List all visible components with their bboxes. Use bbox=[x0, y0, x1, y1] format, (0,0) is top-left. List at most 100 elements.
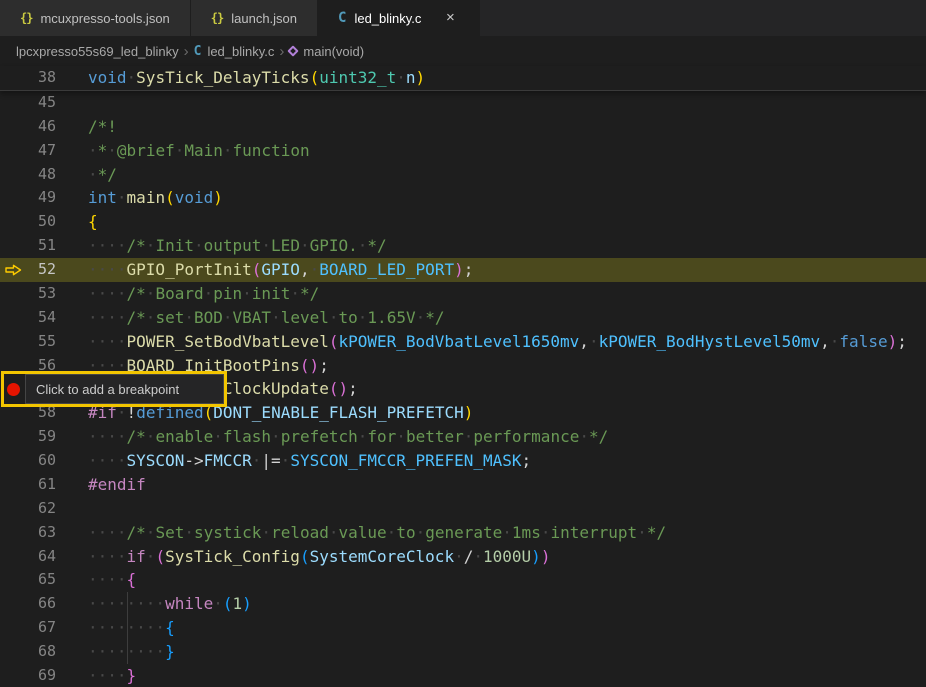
gutter[interactable]: 59 bbox=[0, 425, 88, 449]
gutter[interactable]: 50 bbox=[0, 210, 88, 234]
gutter[interactable]: 46 bbox=[0, 115, 88, 139]
breakpoint-dot-icon[interactable] bbox=[7, 383, 20, 396]
code-line-49[interactable]: 49int·main(void) bbox=[0, 186, 926, 210]
gutter[interactable]: 61 bbox=[0, 473, 88, 497]
code-text[interactable]: ····/*·Board·pin·init·*/ bbox=[88, 282, 926, 306]
code-line-68[interactable]: 68········} bbox=[0, 640, 926, 664]
code-text[interactable]: ····/*·Set·systick·reload·value·to·gener… bbox=[88, 521, 926, 545]
code-text[interactable]: ····POWER_SetBodVbatLevel(kPOWER_BodVbat… bbox=[88, 330, 926, 354]
code-text[interactable] bbox=[88, 497, 926, 521]
code-line-67[interactable]: 67········{ bbox=[0, 616, 926, 640]
token: /* bbox=[127, 523, 146, 542]
code-text[interactable]: ····GPIO_PortInit(GPIO,·BOARD_LED_PORT); bbox=[88, 258, 926, 282]
code-line-61[interactable]: 61#endif bbox=[0, 473, 926, 497]
token: } bbox=[165, 642, 175, 661]
gutter[interactable]: 47 bbox=[0, 139, 88, 163]
gutter[interactable]: 64 bbox=[0, 545, 88, 569]
gutter[interactable]: 67 bbox=[0, 616, 88, 640]
gutter[interactable]: 54 bbox=[0, 306, 88, 330]
code-text[interactable]: /*! bbox=[88, 115, 926, 139]
tab-mcuxpresso-tools-json[interactable]: {}mcuxpresso-tools.json bbox=[0, 0, 191, 36]
method-symbol-icon bbox=[288, 45, 299, 56]
whitespace-dots: ···· bbox=[88, 284, 127, 303]
code-text[interactable]: ····/*·Init·output·LED·GPIO.·*/ bbox=[88, 234, 926, 258]
breadcrumb-item[interactable]: main(void) bbox=[289, 44, 364, 59]
gutter[interactable]: 51 bbox=[0, 234, 88, 258]
breadcrumb-item[interactable]: lpcxpresso55s69_led_blinky bbox=[16, 44, 179, 59]
code-line-59[interactable]: 59····/*·enable·flash·prefetch·for·bette… bbox=[0, 425, 926, 449]
token: false bbox=[839, 332, 887, 351]
token: Main bbox=[184, 141, 223, 160]
code-text[interactable]: ·*·@brief·Main·function bbox=[88, 139, 926, 163]
token: */ bbox=[300, 284, 319, 303]
whitespace-dots: ···· bbox=[88, 451, 127, 470]
code-line-45[interactable]: 45 bbox=[0, 91, 926, 115]
code-line-64[interactable]: 64····if·(SysTick_Config(SystemCoreClock… bbox=[0, 545, 926, 569]
code-text[interactable]: ········} bbox=[88, 640, 926, 664]
line-number: 62 bbox=[0, 497, 56, 521]
code-text[interactable] bbox=[88, 91, 926, 115]
code-text[interactable]: void·SysTick_DelayTicks(uint32_t·n) bbox=[88, 66, 926, 90]
gutter[interactable]: 62 bbox=[0, 497, 88, 521]
code-text[interactable]: ····/*·set·BOD·VBAT·level·to·1.65V·*/ bbox=[88, 306, 926, 330]
code-line-62[interactable]: 62 bbox=[0, 497, 926, 521]
code-line-46[interactable]: 46/*! bbox=[0, 115, 926, 139]
c-file-icon: C bbox=[194, 44, 202, 59]
whitespace-dots: · bbox=[184, 523, 194, 542]
token: value bbox=[339, 523, 387, 542]
gutter[interactable]: 49 bbox=[0, 186, 88, 210]
token: SysTick_DelayTicks bbox=[136, 68, 309, 87]
code-text[interactable]: ····} bbox=[88, 664, 926, 687]
code-text[interactable]: ····/*·enable·flash·prefetch·for·better·… bbox=[88, 425, 926, 449]
token: */ bbox=[367, 236, 386, 255]
code-text[interactable]: ········while·(1) bbox=[88, 592, 926, 616]
tab-led-blinky-c[interactable]: Cled_blinky.c× bbox=[318, 0, 480, 36]
code-line-60[interactable]: 60····SYSCON->FMCCR·|=·SYSCON_FMCCR_PREF… bbox=[0, 449, 926, 473]
code-line-48[interactable]: 48·*/ bbox=[0, 163, 926, 187]
gutter[interactable]: 66 bbox=[0, 592, 88, 616]
code-text[interactable]: ····{ bbox=[88, 568, 926, 592]
gutter[interactable]: 48 bbox=[0, 163, 88, 187]
code-line-65[interactable]: 65····{ bbox=[0, 568, 926, 592]
code-text[interactable]: { bbox=[88, 210, 926, 234]
code-text[interactable]: ·*/ bbox=[88, 163, 926, 187]
code-text[interactable]: ········{ bbox=[88, 616, 926, 640]
tab-bar: {}mcuxpresso-tools.json{}launch.jsonCled… bbox=[0, 0, 926, 36]
gutter[interactable]: 60 bbox=[0, 449, 88, 473]
code-text[interactable]: ····SYSCON->FMCCR·|=·SYSCON_FMCCR_PREFEN… bbox=[88, 449, 926, 473]
token: { bbox=[127, 570, 137, 589]
token: ( bbox=[223, 594, 233, 613]
gutter[interactable]: 38 bbox=[0, 66, 88, 90]
token: GPIO bbox=[261, 260, 300, 279]
gutter[interactable]: 63 bbox=[0, 521, 88, 545]
breadcrumb-item[interactable]: Cled_blinky.c bbox=[194, 44, 275, 59]
code-line-54[interactable]: 54····/*·set·BOD·VBAT·level·to·1.65V·*/ bbox=[0, 306, 926, 330]
gutter[interactable]: 68 bbox=[0, 640, 88, 664]
code-line-47[interactable]: 47·*·@brief·Main·function bbox=[0, 139, 926, 163]
code-line-66[interactable]: 66········while·(1) bbox=[0, 592, 926, 616]
gutter[interactable]: 69 bbox=[0, 664, 88, 687]
code-line-69[interactable]: 69····} bbox=[0, 664, 926, 687]
code-line-52[interactable]: 52····GPIO_PortInit(GPIO,·BOARD_LED_PORT… bbox=[0, 258, 926, 282]
code-line-51[interactable]: 51····/*·Init·output·LED·GPIO.·*/ bbox=[0, 234, 926, 258]
gutter[interactable]: 65 bbox=[0, 568, 88, 592]
indent-guide bbox=[127, 592, 128, 616]
code-text[interactable]: #endif bbox=[88, 473, 926, 497]
close-icon[interactable]: × bbox=[441, 9, 459, 27]
token: ) bbox=[531, 547, 541, 566]
gutter[interactable]: 55 bbox=[0, 330, 88, 354]
whitespace-dots: ···· bbox=[88, 332, 127, 351]
gutter[interactable]: 52 bbox=[0, 258, 88, 282]
code-text[interactable]: int·main(void) bbox=[88, 186, 926, 210]
code-line-38[interactable]: 38void·SysTick_DelayTicks(uint32_t·n) bbox=[0, 66, 926, 90]
code-line-50[interactable]: 50{ bbox=[0, 210, 926, 234]
gutter[interactable]: 53 bbox=[0, 282, 88, 306]
code-text[interactable]: ····if·(SysTick_Config(SystemCoreClock·/… bbox=[88, 545, 926, 569]
token: kPOWER_BodVbatLevel1650mv bbox=[338, 332, 579, 351]
code-line-53[interactable]: 53····/*·Board·pin·init·*/ bbox=[0, 282, 926, 306]
code-line-55[interactable]: 55····POWER_SetBodVbatLevel(kPOWER_BodVb… bbox=[0, 330, 926, 354]
code-line-63[interactable]: 63····/*·Set·systick·reload·value·to·gen… bbox=[0, 521, 926, 545]
sticky-scroll-line[interactable]: 38void·SysTick_DelayTicks(uint32_t·n) bbox=[0, 66, 926, 91]
gutter[interactable]: 45 bbox=[0, 91, 88, 115]
tab-launch-json[interactable]: {}launch.json bbox=[191, 0, 318, 36]
